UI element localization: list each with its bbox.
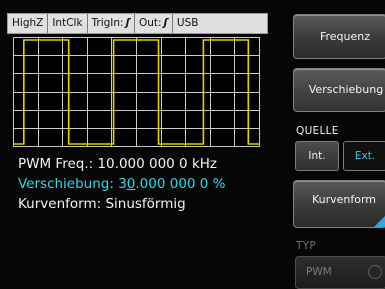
verschiebung-softkey[interactable]: Verschiebung bbox=[293, 68, 385, 112]
pulse-waveform-icon bbox=[13, 37, 260, 147]
source-int-button[interactable]: Int. bbox=[295, 141, 339, 171]
curve-form-readout: Kurvenform: Sinusförmig bbox=[18, 196, 186, 212]
frequenz-softkey-label: Frequenz bbox=[319, 30, 371, 43]
kurvenform-softkey-label: Kurvenform bbox=[311, 193, 377, 206]
rotary-knob-icon bbox=[368, 265, 382, 279]
frequenz-softkey[interactable]: Frequenz bbox=[293, 14, 385, 59]
source-toggle[interactable]: Int. Ext. bbox=[295, 141, 385, 171]
trigger-slope-icon: ʃ bbox=[125, 17, 130, 29]
submenu-corner-icon bbox=[374, 215, 385, 227]
status-usb-label: USB bbox=[176, 17, 199, 29]
status-highz: HighZ bbox=[8, 14, 49, 33]
kurvenform-softkey[interactable]: Kurvenform bbox=[293, 180, 385, 228]
pwm-frequency-readout: PWM Freq.: 10.000 000 0 kHz bbox=[18, 156, 217, 172]
status-intclk: IntClk bbox=[48, 14, 88, 33]
status-intclk-label: IntClk bbox=[52, 17, 83, 29]
verschiebung-softkey-label: Verschiebung bbox=[308, 83, 384, 96]
waveform-display bbox=[13, 37, 260, 147]
offset-readout: Verschiebung: 30.000 000 0 % bbox=[18, 176, 226, 192]
status-highz-label: HighZ bbox=[12, 17, 44, 29]
status-usb: USB bbox=[173, 14, 203, 33]
output-slope-icon: ʃ bbox=[163, 17, 168, 29]
status-out: Out: ʃ bbox=[135, 14, 173, 33]
type-section-label: TYP bbox=[296, 240, 317, 252]
offset-prefix: Verschiebung: 3 bbox=[18, 176, 127, 192]
offset-suffix: .000 000 0 % bbox=[135, 176, 226, 192]
type-select-value: PWM bbox=[306, 266, 332, 278]
status-trigin-label: TrigIn: bbox=[91, 17, 124, 29]
status-trigin: TrigIn: ʃ bbox=[88, 14, 135, 33]
source-section-label: QUELLE bbox=[296, 125, 339, 137]
status-bar: HighZ IntClk TrigIn: ʃ Out: ʃ USB bbox=[7, 13, 268, 34]
status-out-label: Out: bbox=[138, 17, 162, 29]
source-ext-button[interactable]: Ext. bbox=[343, 141, 385, 171]
type-select[interactable]: PWM bbox=[295, 256, 385, 289]
